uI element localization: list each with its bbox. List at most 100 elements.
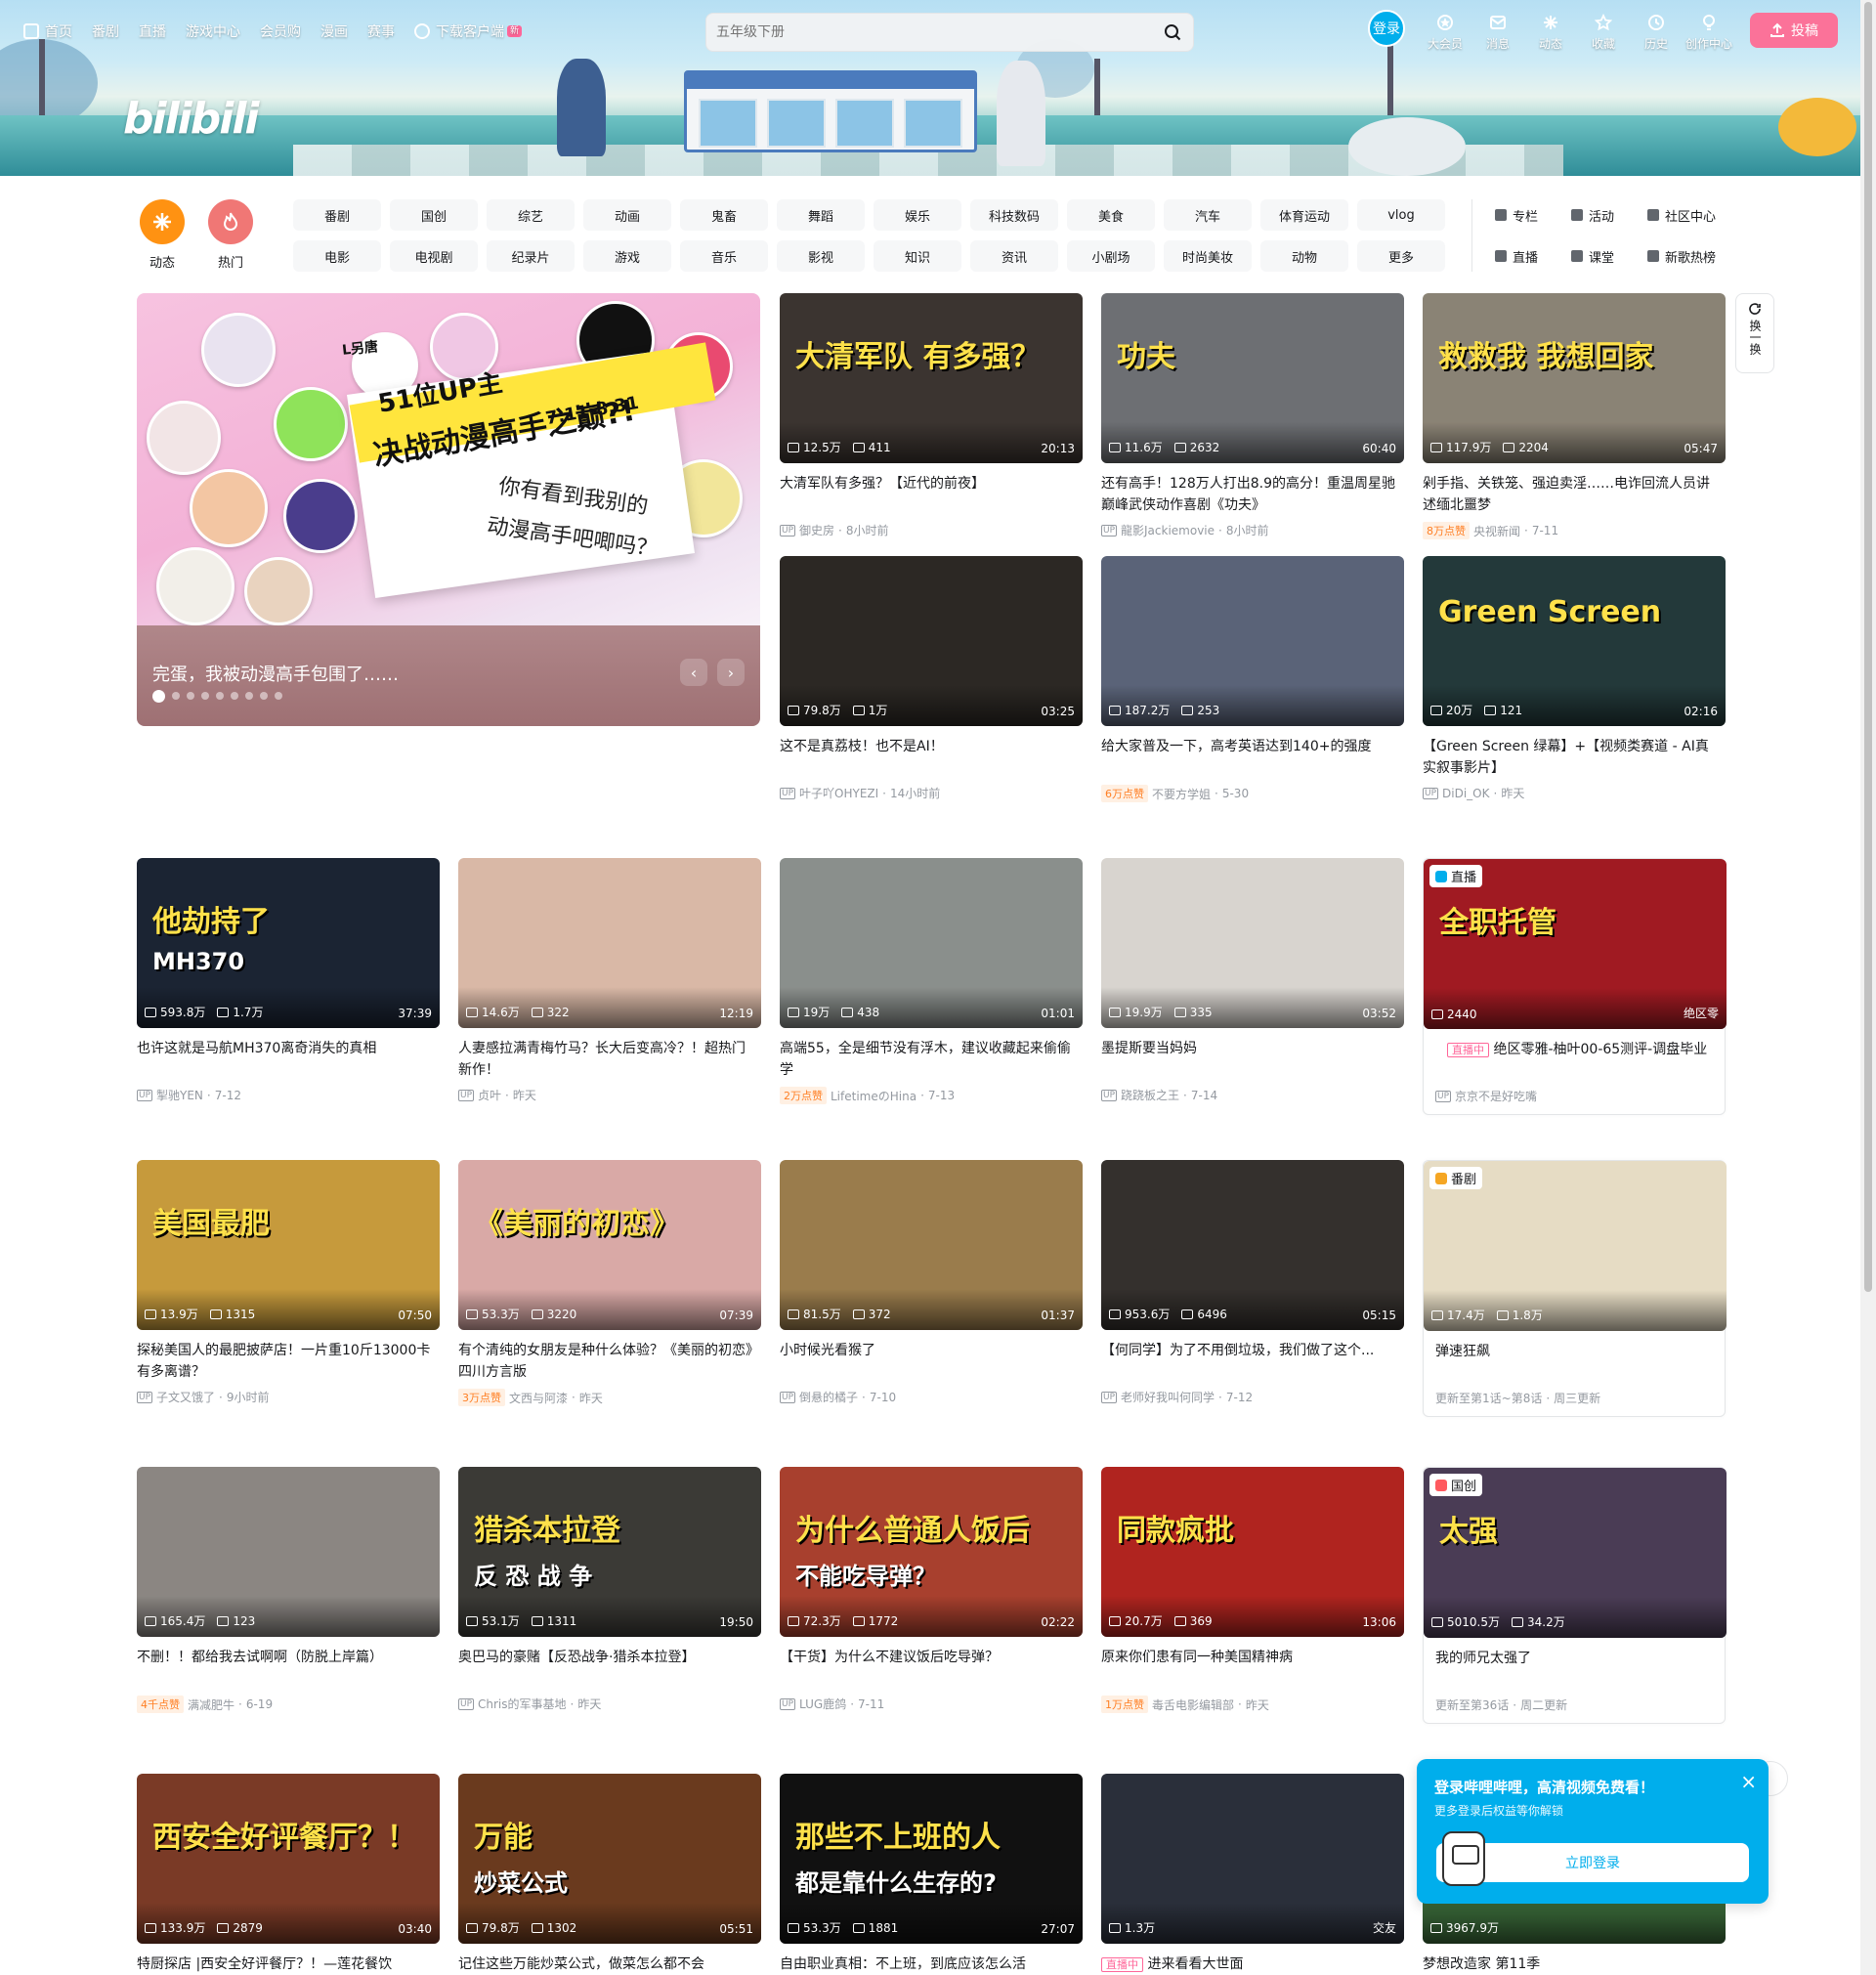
nav-bangumi[interactable]: 番剧 xyxy=(92,21,119,41)
scrollbar[interactable] xyxy=(1860,0,1876,1975)
author-name[interactable]: 满减肥牛 xyxy=(188,1696,234,1713)
video-card[interactable]: 1.3万 交友 直播中 进来看看大世面 xyxy=(1101,1774,1404,1975)
author-name[interactable]: DiDi_OK xyxy=(1442,787,1489,800)
video-title[interactable]: 记住这些万能炒菜公式，做菜怎么都不会 xyxy=(458,1954,761,1975)
channel-side-link[interactable]: 直播 xyxy=(1495,240,1571,272)
video-card[interactable]: 14.6万 322 12:19 人妻感拉满青梅竹马？长大后变高冷？！超热门新作！ UP 贞… xyxy=(458,858,761,1103)
channel-pill[interactable]: 电影 xyxy=(293,240,381,272)
channel-pill[interactable]: 美食 xyxy=(1067,199,1155,231)
video-title[interactable]: 奥巴马的豪赌【反恐战争·猎杀本拉登】 xyxy=(458,1647,761,1690)
channel-pill[interactable]: 娱乐 xyxy=(874,199,961,231)
refresh-button[interactable]: 换一换 xyxy=(1735,293,1774,373)
author-name[interactable]: 叶子吖OHYEZI xyxy=(799,785,878,801)
video-card[interactable]: 太强 国创 5010.5万 34.2万 我的师兄太强了 更新至第36话 · 周二更新 xyxy=(1423,1467,1727,1724)
video-title[interactable]: 探秘美国人的最肥披萨店！一片重10斤13000卡有多离谱？ xyxy=(137,1340,440,1383)
video-card[interactable]: 他劫持了 MH370 593.8万 1.7万 37:39 也许这就是马航MH370离奇消失… xyxy=(137,858,440,1103)
close-icon[interactable]: × xyxy=(1740,1772,1757,1791)
author-name[interactable]: 更新至第36话 xyxy=(1435,1696,1509,1713)
channel-pill[interactable]: vlog xyxy=(1357,199,1445,231)
nav-dynamic[interactable]: 动态 xyxy=(1524,10,1577,52)
channel-side-link[interactable]: 社区中心 xyxy=(1647,199,1735,231)
channel-dynamic[interactable]: 动态 xyxy=(137,199,188,271)
channel-side-link[interactable]: 专栏 xyxy=(1495,199,1571,231)
video-card[interactable]: Green Screen 20万 121 02:16 【Green Screen 绿幕】… xyxy=(1423,556,1726,801)
video-thumbnail[interactable]: 14.6万 322 12:19 xyxy=(458,858,761,1028)
video-thumbnail[interactable]: 万能 炒菜公式 79.8万 1302 05:51 xyxy=(458,1774,761,1944)
video-card[interactable]: 同款疯批 20.7万 369 13:06 原来你们患有同一种美国精神病 1万点赞 毒舌电影编… xyxy=(1101,1467,1404,1713)
video-card[interactable]: 功夫 11.6万 2632 60:40 还有高手！128万人打出8.9的高分！重温周星驰… xyxy=(1101,293,1404,538)
channel-side-link[interactable]: 新歌热榜 xyxy=(1647,240,1735,272)
channel-pill[interactable]: 鬼畜 xyxy=(680,199,768,231)
video-card[interactable]: 79.8万 1万 03:25 这不是真荔枝！也不是AI！ UP 叶子吖OHYEZI · 14小… xyxy=(780,556,1083,801)
carousel-dot[interactable] xyxy=(260,692,268,700)
nav-history[interactable]: 历史 xyxy=(1630,10,1683,52)
video-thumbnail[interactable]: Green Screen 20万 121 02:16 xyxy=(1423,556,1726,726)
video-card[interactable]: 165.4万 123 不删！！都给我去试啊啊（防脱上岸篇） 4千点赞 满减肥牛 · 6-19 xyxy=(137,1467,440,1713)
carousel-dot[interactable] xyxy=(152,690,165,703)
author-name[interactable]: 子文又饿了 xyxy=(156,1389,215,1405)
author-name[interactable]: 贞叶 xyxy=(478,1087,501,1103)
video-title[interactable]: 原来你们患有同一种美国精神病 xyxy=(1101,1647,1404,1690)
author-name[interactable]: 龍影Jackiemovie xyxy=(1121,522,1215,538)
author-name[interactable]: 倒悬的橘子 xyxy=(799,1389,858,1405)
carousel[interactable]: 51位UP主 7.11-8.31 决战动漫高手之巅?! 你有看到我别的 动漫高手… xyxy=(137,293,760,726)
channel-pill[interactable]: 国创 xyxy=(390,199,478,231)
carousel-dot[interactable] xyxy=(231,692,238,700)
author-name[interactable]: 毒舌电影编辑部 xyxy=(1152,1696,1234,1713)
nav-creator[interactable]: 创作中心 xyxy=(1683,10,1735,52)
bilibili-logo[interactable]: bilibili xyxy=(123,94,259,144)
video-title[interactable]: 直播中 进来看看大世面 xyxy=(1101,1954,1404,1975)
video-thumbnail[interactable]: 西安全好评餐厅？！ 133.9万 2879 03:40 xyxy=(137,1774,440,1944)
channel-pill[interactable]: 科技数码 xyxy=(970,199,1058,231)
video-card[interactable]: 那些不上班的人 都是靠什么生存的? 53.3万 1881 27:07 自由职业真相：不上班… xyxy=(780,1774,1083,1975)
video-title[interactable]: 也许这就是马航MH370离奇消失的真相 xyxy=(137,1038,440,1081)
video-thumbnail[interactable]: 功夫 11.6万 2632 60:40 xyxy=(1101,293,1404,463)
video-thumbnail[interactable]: 165.4万 123 xyxy=(137,1467,440,1637)
video-thumbnail[interactable]: 救救我 我想回家 117.9万 2204 05:47 xyxy=(1423,293,1726,463)
video-card[interactable]: 953.6万 6496 05:15 【何同学】为了不用倒垃圾，我们做了这个... UP 老… xyxy=(1101,1160,1404,1405)
carousel-dot[interactable] xyxy=(245,692,253,700)
video-card[interactable]: 为什么普通人饭后 不能吃导弹？ 72.3万 1772 02:22 【干货】为什么不建议饭后… xyxy=(780,1467,1083,1712)
video-title[interactable]: 直播中 绝区零雅-柚叶00-65测评-调盘毕业 xyxy=(1424,1039,1725,1082)
video-title[interactable]: 还有高手！128万人打出8.9的高分！重温周星驰巅峰武侠动作喜剧《功夫》 xyxy=(1101,473,1404,516)
carousel-prev-button[interactable]: ‹ xyxy=(680,659,707,686)
author-name[interactable]: 央视新闻 xyxy=(1473,523,1520,539)
video-title[interactable]: 【Green Screen 绿幕】+【视频类赛道 - AI真实叙事影片】 xyxy=(1423,736,1726,779)
nav-favorite[interactable]: 收藏 xyxy=(1577,10,1630,52)
nav-download[interactable]: 下载客户端新 xyxy=(414,21,523,41)
channel-pill[interactable]: 资讯 xyxy=(970,240,1058,272)
video-card[interactable]: 19.9万 335 03:52 墨提斯要当妈妈 UP 跷跷板之王 · 7-14 xyxy=(1101,858,1404,1103)
video-title[interactable]: 高端55，全是细节没有浮木，建议收藏起来偷偷学 xyxy=(780,1038,1083,1081)
search-input[interactable] xyxy=(716,21,1127,44)
nav-match[interactable]: 赛事 xyxy=(367,21,395,41)
video-title[interactable]: 【何同学】为了不用倒垃圾，我们做了这个... xyxy=(1101,1340,1404,1383)
video-thumbnail[interactable]: 猎杀本拉登反 恐 战 争 53.1万 1311 19:50 xyxy=(458,1467,761,1637)
video-thumbnail[interactable]: 19万 438 01:01 xyxy=(780,858,1083,1028)
nav-game-center[interactable]: 游戏中心 xyxy=(186,21,240,41)
video-card[interactable]: 全职托管 直播 2440 绝区零 直播中 绝区零雅-柚叶00-65测评-调盘毕业 UP 京京… xyxy=(1423,858,1727,1115)
video-card[interactable]: 19万 438 01:01 高端55，全是细节没有浮木，建议收藏起来偷偷学 2万点赞 Li… xyxy=(780,858,1083,1104)
author-name[interactable]: Chris的军事基地 xyxy=(478,1696,567,1712)
video-thumbnail[interactable]: 同款疯批 20.7万 369 13:06 xyxy=(1101,1467,1404,1637)
channel-pill[interactable]: 动物 xyxy=(1260,240,1348,272)
carousel-next-button[interactable]: › xyxy=(717,659,745,686)
channel-more-button[interactable]: 更多 xyxy=(1357,240,1445,272)
video-thumbnail[interactable]: 番剧 17.4万 1.8万 xyxy=(1424,1161,1727,1331)
carousel-dot[interactable] xyxy=(275,692,282,700)
video-card[interactable]: 187.2万 253 给大家普及一下，高考英语达到140+的强度 6万点赞 不要方学姐 ·… xyxy=(1101,556,1404,802)
channel-pill[interactable]: 综艺 xyxy=(487,199,575,231)
video-card[interactable]: 西安全好评餐厅？！ 133.9万 2879 03:40 特厨探店 |西安全好评餐厅？！—… xyxy=(137,1774,440,1975)
author-name[interactable]: LifetimeのHina xyxy=(831,1088,917,1104)
video-thumbnail[interactable]: 81.5万 372 01:37 xyxy=(780,1160,1083,1330)
video-title[interactable]: 不删！！都给我去试啊啊（防脱上岸篇） xyxy=(137,1647,440,1690)
video-thumbnail[interactable]: 187.2万 253 xyxy=(1101,556,1404,726)
author-name[interactable]: 更新至第1话~第8话 xyxy=(1435,1390,1542,1406)
video-title[interactable]: 梦想改造家 第11季 xyxy=(1423,1954,1726,1975)
video-card[interactable]: 《美丽的初恋》 53.3万 3220 07:39 有个清纯的女朋友是种什么体验？《美丽的… xyxy=(458,1160,761,1406)
video-card[interactable]: 美国最肥 13.9万 1315 07:50 探秘美国人的最肥披萨店！一片重10斤1300… xyxy=(137,1160,440,1405)
video-thumbnail[interactable]: 他劫持了 MH370 593.8万 1.7万 37:39 xyxy=(137,858,440,1028)
channel-pill[interactable]: 纪录片 xyxy=(487,240,575,272)
channel-pill[interactable]: 体育运动 xyxy=(1260,199,1348,231)
video-card[interactable]: 救救我 我想回家 117.9万 2204 05:47 剁手指、关铁笼、强迫卖淫……电诈回… xyxy=(1423,293,1726,539)
nav-vip[interactable]: 大会员 xyxy=(1419,10,1471,52)
